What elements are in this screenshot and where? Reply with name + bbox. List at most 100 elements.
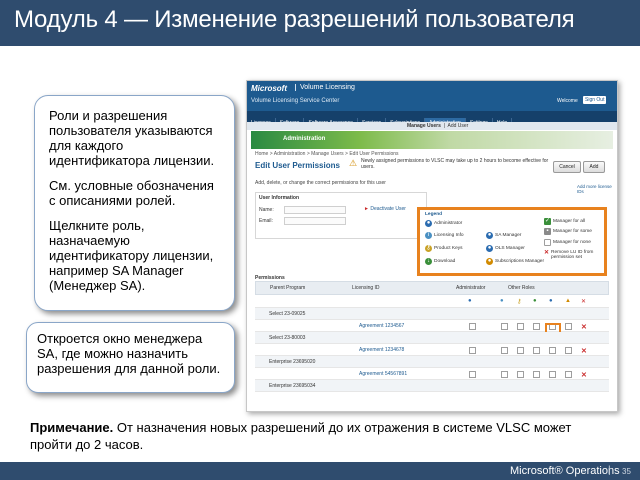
key-icon: ⚷ (425, 245, 432, 252)
licensing-id-link[interactable]: Agreement 1234678 (359, 347, 404, 353)
page-number: 35 (622, 467, 631, 476)
footer-separator: | (608, 465, 611, 476)
user-info-heading: User Information (259, 195, 300, 201)
title-bar: Модуль 4 — Изменение разрешений пользова… (0, 0, 640, 46)
ols-manager-icon: ● (486, 245, 493, 252)
sign-out-button[interactable]: Sign Out (583, 96, 607, 104)
administrator-checkbox[interactable] (469, 371, 476, 378)
user-information-panel: User Information Name: Email: ► Deactiva… (255, 192, 427, 239)
role-icons-row: ● ● ⚷ ● ● ▲ ✕ (255, 295, 609, 308)
download-icon: ● (533, 298, 537, 304)
sa-manager-checkbox[interactable] (549, 371, 556, 378)
subnav-add-user[interactable]: Add User (448, 123, 469, 129)
remove-icon[interactable]: ✕ (581, 323, 587, 331)
legend-manager-all: ✓ Manager for all (544, 218, 585, 225)
role-checkbox[interactable] (517, 323, 524, 330)
page-title: Edit User Permissions (255, 161, 340, 170)
slide-title: Модуль 4 — Изменение разрешений пользова… (14, 6, 575, 33)
role-checkbox[interactable] (501, 323, 508, 330)
download-icon: ↓ (425, 258, 432, 265)
roles-callout: Роли и разрешения пользователя указывают… (34, 95, 235, 311)
warning-icon: ⚠ (349, 158, 358, 168)
warning-text: Newly assigned permissions to VLSC may t… (361, 158, 549, 170)
parent-program-cell: Select 23-80003 (269, 335, 306, 341)
parent-program-cell: Enterprise 23695034 (269, 383, 316, 389)
sa-manager-icon: ● (549, 298, 553, 304)
add-button[interactable]: Add (583, 161, 605, 173)
footer-brand: Microsoft® Operations (510, 465, 620, 477)
main-nav: LicensesSoftwareSoftware AssuranceServic… (247, 111, 617, 129)
table-row: Enterprise 23695020 (255, 356, 609, 368)
deactivate-user-link[interactable]: ► Deactivate User (364, 206, 406, 212)
footer-bar: Microsoft® Operations | 35 (0, 462, 640, 480)
remove-icon[interactable]: ✕ (581, 371, 587, 379)
manager-some-icon: ▪ (544, 228, 551, 235)
admin-banner: Administration (251, 131, 613, 149)
role-checkbox[interactable] (533, 323, 540, 330)
vlsc-screenshot: Microsoft Volume Licensing Volume Licens… (246, 80, 618, 412)
site-subtitle: Volume Licensing Service Center (251, 98, 340, 104)
email-field (284, 217, 346, 225)
legend-download: ↓ Download (425, 258, 456, 265)
legend-manager-some: ▪ Manager for some (544, 228, 592, 235)
col-administrator: Administrator (456, 285, 486, 291)
product-name: Volume Licensing (295, 84, 355, 91)
licensing-id-link[interactable]: Agreement 54567891 (359, 371, 407, 377)
parent-program-cell: Enterprise 23695020 (269, 359, 316, 365)
table-row: Agreement 1234678 ✕ (255, 344, 609, 356)
subnav-manage-users[interactable]: Manage Users | Add User (407, 123, 468, 129)
role-checkbox[interactable] (517, 371, 524, 378)
role-checkbox[interactable] (501, 347, 508, 354)
callout-text-legend: См. условные обозначения с описаниями ро… (49, 178, 214, 208)
callout-text-sa-manager: Откроется окно менеджера SA, где можно н… (37, 331, 221, 376)
table-row: Enterprise 23695034 (255, 380, 609, 392)
role-checkbox[interactable] (565, 371, 572, 378)
banner-title: Administration (283, 136, 326, 142)
administrator-checkbox[interactable] (469, 347, 476, 354)
callout-text-click-role: Щелкните роль, назначаемую идентификатор… (49, 218, 214, 293)
manager-none-icon (544, 239, 551, 246)
email-label: Email: (259, 218, 273, 224)
role-checkbox[interactable] (517, 347, 524, 354)
cancel-button[interactable]: Cancel (553, 161, 581, 173)
note-text: Примечание. От назначения новых разрешен… (30, 419, 590, 453)
role-checkbox[interactable] (501, 371, 508, 378)
legend-product-keys: ⚷ Product Keys (425, 245, 463, 252)
table-row: Select 23-80003 (255, 332, 609, 344)
add-license-ids-link[interactable]: Add more license IDs (577, 184, 617, 194)
table-header: Parent Program Licensing ID Administrato… (255, 281, 609, 295)
name-field (284, 206, 346, 214)
sa-manager-icon: ● (486, 232, 493, 239)
table-row: Agreement 54567891 ✕ (255, 368, 609, 380)
col-other-roles: Other Roles (508, 285, 535, 291)
col-parent-program: Parent Program (270, 285, 306, 291)
vlsc-header: Microsoft Volume Licensing Volume Licens… (247, 81, 617, 111)
manager-all-icon: ✓ (544, 218, 551, 225)
sa-manager-checkbox[interactable] (549, 347, 556, 354)
remove-icon[interactable]: ✕ (581, 347, 587, 355)
welcome-text: Welcome (557, 98, 578, 104)
key-icon: ⚷ (517, 299, 522, 305)
info-icon: ● (500, 298, 504, 304)
role-checkbox[interactable] (565, 347, 572, 354)
legend-box: Legend ● Administrator i Licensing Info ⚷ P… (417, 207, 607, 276)
breadcrumb[interactable]: Home > Administration > Manage Users > E… (255, 151, 399, 157)
administrator-checkbox[interactable] (469, 323, 476, 330)
legend-administrator: ● Administrator (425, 220, 463, 227)
role-checkbox[interactable] (565, 323, 572, 330)
role-checkbox[interactable] (533, 371, 540, 378)
licensing-id-link[interactable]: Agreement 1234567 (359, 323, 404, 329)
sub-nav: Manage Users | Add User (247, 122, 617, 130)
callout-text-roles: Роли и разрешения пользователя указывают… (49, 108, 215, 168)
instructions-text: Add, delete, or change the correct permi… (255, 180, 386, 186)
sa-manager-callout: Откроется окно менеджера SA, где можно н… (26, 322, 235, 393)
remove-icon: ✕ (581, 299, 587, 305)
legend-subscriptions-manager: ● Subscriptions Manager (486, 258, 545, 265)
permissions-table: Parent Program Licensing ID Administrato… (255, 281, 609, 392)
microsoft-logo: Microsoft (251, 84, 287, 93)
subscriptions-icon: ▲ (565, 298, 571, 304)
legend-remove: ✕ Remove LU ID from permission set (544, 250, 594, 260)
role-checkbox[interactable] (533, 347, 540, 354)
remove-icon: ✕ (544, 250, 550, 256)
person-icon: ● (468, 298, 472, 304)
